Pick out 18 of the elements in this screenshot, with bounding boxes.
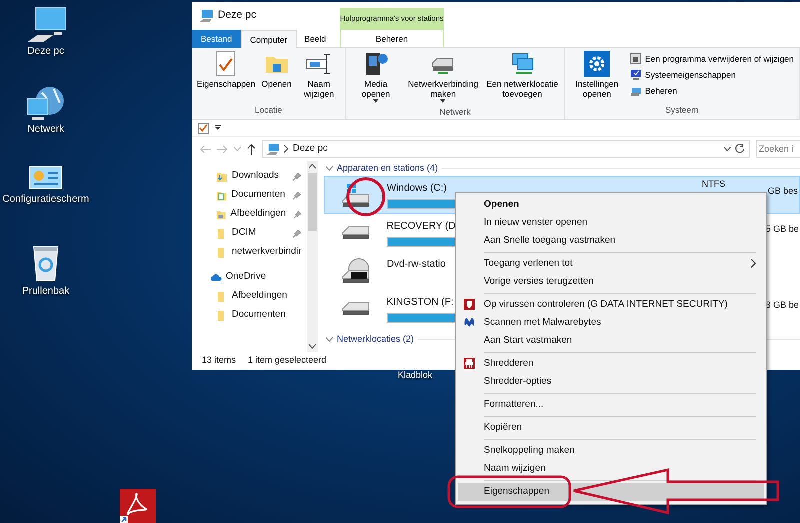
item-count: 13 items — [202, 354, 236, 368]
ribbon-group-label: Locatie — [254, 104, 284, 118]
size-label: GB bes — [768, 186, 798, 196]
icon-label: Netwerk — [28, 123, 64, 137]
drive-name: Windows (C:) — [387, 182, 448, 196]
address-text: Deze pc — [293, 142, 329, 156]
window-title: Deze pc — [218, 8, 257, 24]
drive-name: KINGSTON (F: — [386, 296, 454, 310]
drive-name: Dvd-rw-statio — [387, 258, 446, 272]
icon-label: Kladblok — [398, 369, 433, 382]
ribbon-group-label: Systeem — [664, 104, 700, 118]
ribbon-group-label: Netwerk — [438, 106, 472, 120]
selection-status: 1 item geselecteerd — [248, 354, 327, 368]
icon-label: Deze pc — [28, 45, 64, 59]
drive-name: RECOVERY (D — [386, 220, 456, 234]
icon-label: Configuratiescherm — [2, 193, 90, 207]
icon-label: Prullenbak — [22, 285, 70, 299]
filesystem-label: NTFS — [702, 179, 726, 189]
